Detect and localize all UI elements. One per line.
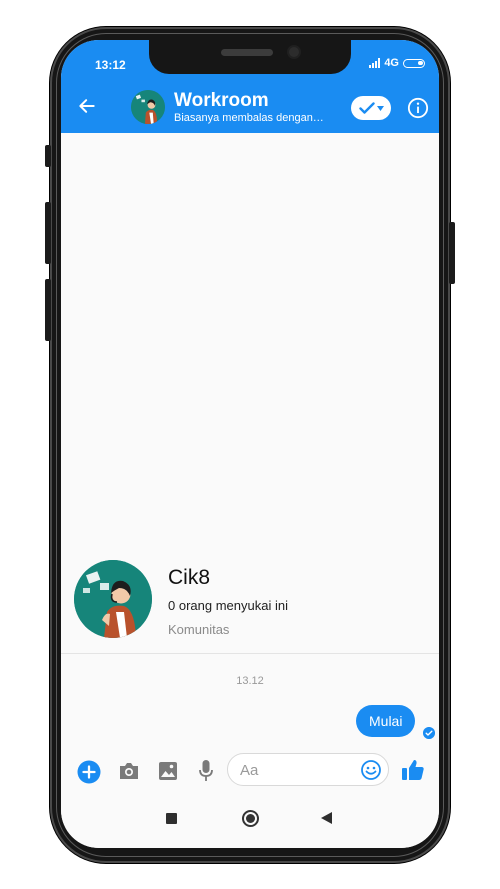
front-camera xyxy=(289,47,299,57)
page-likes: 0 orang menyukai ini xyxy=(168,598,288,613)
home-button[interactable] xyxy=(242,810,259,827)
message-bubble[interactable]: Mulai xyxy=(356,705,416,737)
android-nav-bar xyxy=(61,795,439,848)
emoji-icon[interactable] xyxy=(361,760,381,780)
page-name: Cik8 xyxy=(168,566,211,589)
network-label: 4G xyxy=(384,57,399,69)
thumbs-up-icon[interactable] xyxy=(401,758,425,782)
chat-area: Cik8 0 orang menyukai ini Komunitas 13.1… xyxy=(61,133,439,743)
phone-button-power xyxy=(449,222,455,284)
camera-icon[interactable] xyxy=(118,761,140,781)
chat-title[interactable]: Workroom xyxy=(174,90,269,112)
divider xyxy=(61,653,439,654)
notch xyxy=(149,40,351,74)
plus-circle-icon[interactable] xyxy=(77,760,101,784)
check-dropdown-icon[interactable] xyxy=(351,96,391,120)
info-icon[interactable] xyxy=(407,97,429,119)
message-composer xyxy=(61,745,439,795)
signal-icon xyxy=(369,58,381,68)
earpiece-speaker xyxy=(221,49,273,56)
phone-button-volume-up xyxy=(45,202,51,264)
status-icons: 4G xyxy=(369,57,425,69)
message-input[interactable] xyxy=(238,760,360,781)
avatar[interactable] xyxy=(131,90,165,124)
back-button[interactable] xyxy=(321,812,332,824)
page-category: Komunitas xyxy=(168,622,230,637)
message-timestamp: 13.12 xyxy=(236,675,264,687)
mic-icon[interactable] xyxy=(199,760,213,782)
page-avatar xyxy=(74,560,152,638)
arrow-left-icon[interactable] xyxy=(77,96,97,116)
seen-check-icon xyxy=(423,727,435,739)
phone-button-mute xyxy=(45,145,51,167)
message-input-box xyxy=(227,753,389,786)
status-time: 13:12 xyxy=(95,58,126,72)
image-icon[interactable] xyxy=(158,761,178,781)
chat-subtitle: Biasanya membalas dengan… xyxy=(174,112,324,124)
phone-screen: 13:12 4G Workroom Biasanya membalas deng… xyxy=(61,40,439,848)
phone-button-volume-down xyxy=(45,279,51,341)
battery-icon xyxy=(403,58,425,68)
recent-apps-button[interactable] xyxy=(166,813,177,824)
